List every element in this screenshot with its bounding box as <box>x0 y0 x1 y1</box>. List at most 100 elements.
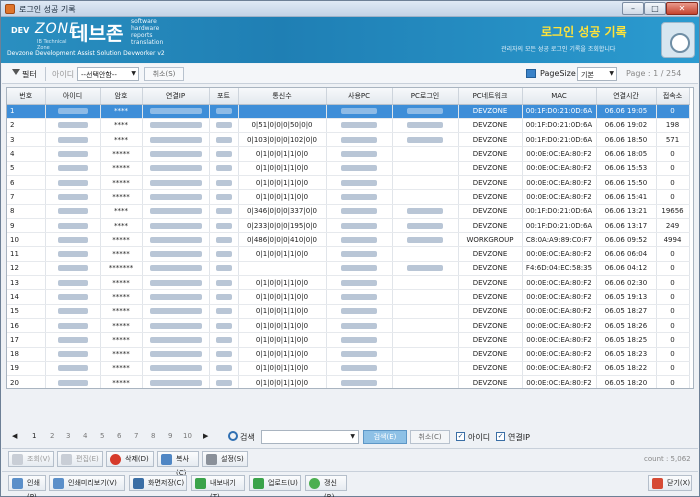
cell-count: 0 <box>656 275 690 291</box>
cell-count: 0 <box>656 375 690 388</box>
copy-button[interactable]: 복사(C) <box>157 451 199 477</box>
cell-no: 15 <box>7 304 46 319</box>
close-window-button[interactable]: ✕ <box>666 2 698 15</box>
col-header-ip[interactable]: 연결IP <box>142 88 210 105</box>
print-preview-button[interactable]: 인쇄미리보기(V) <box>49 475 125 491</box>
cell-comm: 0|1|0|0|1|1|0|0 <box>238 347 327 362</box>
col-header-network[interactable]: PC네트워크 <box>458 88 523 105</box>
redacted-value <box>149 151 202 158</box>
table-row[interactable]: 7 ***** 0|1|0|0|1|1|0|0 DEVZONE 00:0E:0C:EA:… <box>7 189 690 205</box>
table-row[interactable]: 16 ***** 0|1|0|0|1|1|0|0 DEVZONE 00:0E:0C:EA… <box>7 318 690 334</box>
cell-no: 9 <box>7 218 46 234</box>
redacted-value <box>215 351 232 358</box>
cell-count: 0 <box>656 318 690 334</box>
cell-password: **** <box>100 118 143 134</box>
col-header-password[interactable]: 암호 <box>100 88 143 105</box>
settings-button[interactable]: 설정(S) <box>202 451 248 467</box>
refresh-button[interactable]: 갱신(R) <box>305 475 347 497</box>
page-link[interactable]: 6 <box>117 432 121 440</box>
screen-save-button[interactable]: 화면저장(C) <box>129 475 187 491</box>
page-link[interactable]: 1 <box>32 432 36 440</box>
col-header-comm[interactable]: 통신수 <box>238 88 327 105</box>
redacted-value <box>341 236 377 243</box>
cell-count: 0 <box>656 246 690 262</box>
maximize-button[interactable]: □ <box>644 2 666 15</box>
table-row[interactable]: 14 ***** 0|1|0|0|1|1|0|0 DEVZONE 00:0E:0C:EA… <box>7 289 690 305</box>
col-header-time[interactable]: 연결시간 <box>596 88 657 105</box>
redacted-value <box>215 379 232 386</box>
table-row[interactable]: 11 ***** 0|1|0|0|1|1|0|0 DEVZONE 00:0E:0C:EA… <box>7 246 690 262</box>
cell-password: ***** <box>100 275 143 291</box>
cell-id-redacted <box>45 304 101 319</box>
prev-page-button[interactable]: ◀ <box>12 432 17 440</box>
col-header-pc-login[interactable]: PC로그인 <box>392 88 459 105</box>
next-page-button[interactable]: ▶ <box>203 432 208 440</box>
cell-no: 5 <box>7 161 46 176</box>
table-row[interactable]: 1 **** DEVZONE 00:1F:D0:21:0D:6A 06.06 19:05… <box>7 104 690 119</box>
ip-checkbox[interactable]: ✓ <box>496 432 505 441</box>
cell-count: 0 <box>656 146 690 162</box>
table-row[interactable]: 19 ***** 0|1|0|0|1|1|0|0 DEVZONE 00:0E:0C:EA… <box>7 361 690 377</box>
cell-port-redacted <box>209 118 239 134</box>
search-button[interactable]: 검색(E) <box>363 430 407 444</box>
cell-comm: 0|1|0|0|1|1|0|0 <box>238 161 327 176</box>
table-row[interactable]: 8 **** 0|346|0|0|0|337|0|0 DEVZONE 00:1F:D0:… <box>7 204 690 219</box>
filter-field-select[interactable]: --선택안함-- ▼ <box>77 67 139 81</box>
login-records-grid[interactable]: 번호 아이디 암호 연결IP 포트 통신수 사용PC PC로그인 PC네트워크 … <box>6 87 694 389</box>
delete-button[interactable]: 삭제(D) <box>106 451 154 467</box>
table-row[interactable]: 4 ***** 0|1|0|0|1|1|0|0 DEVZONE 00:0E:0C:EA:… <box>7 146 690 162</box>
table-row[interactable]: 17 ***** 0|1|0|0|1|1|0|0 DEVZONE 00:0E:0C:EA… <box>7 332 690 348</box>
filter-cancel-button[interactable]: 취소(S) <box>144 67 184 81</box>
table-row[interactable]: 9 **** 0|233|0|0|0|195|0|0 DEVZONE 00:1F:D0:… <box>7 218 690 234</box>
print-button[interactable]: 인쇄(P) <box>8 475 46 497</box>
filter-icon <box>12 69 20 75</box>
cell-time: 06.06 09:52 <box>596 232 657 248</box>
redacted-value <box>215 136 232 143</box>
col-header-count[interactable]: 접속소 <box>656 88 690 105</box>
id-checkbox[interactable]: ✓ <box>456 432 465 441</box>
redacted-value <box>57 165 88 172</box>
title-bar[interactable]: 로그인 성공 기록 – □ ✕ <box>1 1 699 17</box>
page-link[interactable]: 8 <box>151 432 155 440</box>
print-label: 인쇄(P) <box>27 479 40 497</box>
col-header-pc[interactable]: 사용PC <box>326 88 393 105</box>
close-button[interactable]: 닫기(X) <box>648 475 692 491</box>
page-link[interactable]: 2 <box>50 432 54 440</box>
page-link[interactable]: 5 <box>100 432 104 440</box>
page-link[interactable]: 9 <box>168 432 172 440</box>
table-row[interactable]: 15 ***** 0|1|0|0|1|1|0|0 DEVZONE 00:0E:0C:EA… <box>7 304 690 319</box>
cell-time: 06.06 19:02 <box>596 118 657 134</box>
minimize-button[interactable]: – <box>622 2 644 15</box>
table-row[interactable]: 12 ******* DEVZONE F4:6D:04:EC:58:35 06.06 0… <box>7 261 690 277</box>
table-row[interactable]: 3 **** 0|103|0|0|0|102|0|0 DEVZONE 00:1F:D0:… <box>7 132 690 148</box>
table-row[interactable]: 18 ***** 0|1|0|0|1|1|0|0 DEVZONE 00:0E:0C:EA… <box>7 347 690 362</box>
page-link[interactable]: 10 <box>183 432 192 440</box>
cell-ip-redacted <box>142 189 210 205</box>
page-link[interactable]: 3 <box>66 432 70 440</box>
search-cancel-button[interactable]: 취소(C) <box>410 430 450 444</box>
col-header-no[interactable]: 번호 <box>7 88 46 105</box>
window-title: 로그인 성공 기록 <box>19 5 76 14</box>
cell-pc-redacted <box>326 332 393 348</box>
table-row[interactable]: 5 ***** 0|1|0|0|1|1|0|0 DEVZONE 00:0E:0C:EA:… <box>7 161 690 176</box>
cell-ip-redacted <box>142 118 210 134</box>
table-row[interactable]: 6 ***** 0|1|0|0|1|1|0|0 DEVZONE 00:0E:0C:EA:… <box>7 175 690 191</box>
redacted-value <box>341 279 377 286</box>
col-header-id[interactable]: 아이디 <box>45 88 101 105</box>
table-row[interactable]: 20 ***** 0|1|0|0|1|1|0|0 DEVZONE 00:0E:0C:EA… <box>7 375 690 388</box>
upload-button[interactable]: 업로드(U) <box>249 475 301 491</box>
edit-button[interactable]: 편집(E) <box>57 451 103 467</box>
page-link[interactable]: 4 <box>83 432 87 440</box>
redacted-value <box>341 336 377 343</box>
export-button[interactable]: 내보내기(T) <box>191 475 245 497</box>
col-header-port[interactable]: 포트 <box>209 88 239 105</box>
col-header-mac[interactable]: MAC <box>522 88 597 105</box>
table-row[interactable]: 13 ***** 0|1|0|0|1|1|0|0 DEVZONE 00:0E:0C:EA… <box>7 275 690 291</box>
table-row[interactable]: 2 **** 0|51|0|0|0|50|0|0 DEVZONE 00:1F:D0:21… <box>7 118 690 134</box>
page-size-select[interactable]: 기본 ▼ <box>577 67 617 81</box>
search-input[interactable]: ▼ <box>261 430 359 444</box>
page-indicator: Page : 1 / 254 <box>626 69 682 78</box>
view-button[interactable]: 조회(V) <box>8 451 54 467</box>
table-row[interactable]: 10 ***** 0|486|0|0|0|410|0|0 WORKGROUP C8:0A… <box>7 232 690 248</box>
page-link[interactable]: 7 <box>134 432 138 440</box>
